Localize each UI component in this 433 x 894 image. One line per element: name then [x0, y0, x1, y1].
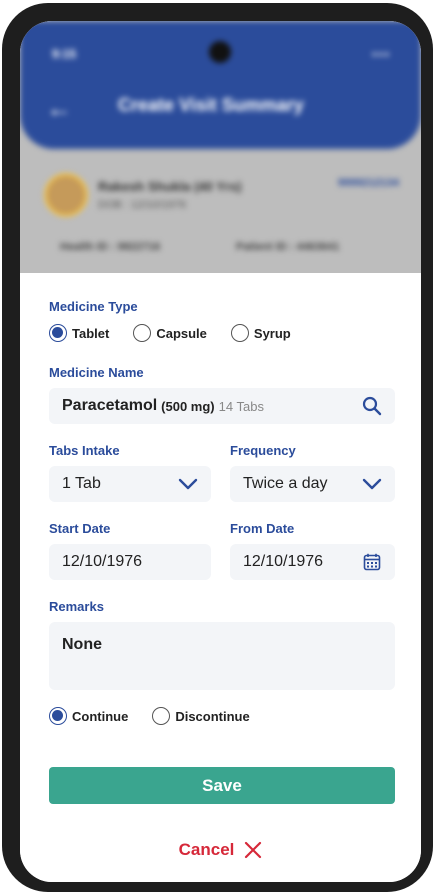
back-arrow-icon[interactable]: ← — [46, 93, 72, 124]
medicine-strength: (500 mg) — [161, 398, 215, 414]
header-title: Create Visit Summary — [118, 95, 304, 115]
radio-capsule-circle[interactable] — [133, 324, 152, 342]
search-icon[interactable] — [361, 395, 383, 417]
medicine-name-label: Medicine Name — [49, 365, 144, 380]
medicine-form-sheet: Medicine Type Tablet Capsule Syrup Medic… — [20, 273, 421, 882]
radio-continue-circle[interactable] — [49, 707, 67, 725]
from-date-field[interactable]: 12/10/1976 — [230, 544, 395, 580]
radio-syrup-circle[interactable] — [230, 324, 249, 342]
radio-capsule[interactable]: Capsule — [133, 324, 207, 342]
start-date-field[interactable]: 12/10/1976 — [49, 544, 211, 580]
radio-continue[interactable]: Continue — [49, 707, 128, 725]
radio-syrup[interactable]: Syrup — [230, 324, 291, 342]
tabs-intake-select[interactable]: 1 Tab — [49, 466, 211, 502]
cancel-button[interactable]: Cancel — [20, 835, 421, 865]
medicine-count: 14 Tabs — [218, 398, 264, 414]
close-icon — [244, 841, 262, 859]
start-date-label: Start Date — [49, 521, 111, 536]
radio-tablet-label: Tablet — [72, 325, 110, 341]
patient-phone[interactable]: 9999212134 — [338, 177, 399, 189]
from-date-label: From Date — [230, 521, 295, 536]
frequency-label: Frequency — [230, 443, 296, 458]
status-time: 9:15 — [52, 47, 77, 61]
radio-capsule-label: Capsule — [156, 325, 207, 341]
tabs-intake-value: 1 Tab — [62, 475, 101, 492]
frequency-select[interactable]: Twice a day — [230, 466, 395, 502]
chevron-down-icon[interactable] — [361, 473, 383, 495]
avatar — [44, 173, 88, 217]
from-date-value: 12/10/1976 — [243, 553, 324, 570]
app-header: 9:15 ▪▪▪ ← Create Visit Summary — [20, 21, 421, 149]
status-group: Continue Discontinue — [49, 707, 250, 725]
chevron-down-icon[interactable] — [177, 473, 199, 495]
camera-notch — [209, 41, 231, 63]
health-id: Health ID : 9822716 — [60, 241, 161, 253]
phone-frame: 9:15 ▪▪▪ ← Create Visit Summary Rakesh S… — [2, 3, 433, 892]
medicine-type-label: Medicine Type — [49, 299, 138, 314]
cancel-label: Cancel — [178, 840, 235, 859]
radio-continue-label: Continue — [72, 708, 129, 724]
patient-name: Rakesh Shukla (40 Yrs) — [98, 179, 242, 194]
radio-tablet-circle[interactable] — [49, 324, 67, 342]
tabs-intake-label: Tabs Intake — [49, 443, 120, 458]
radio-discontinue-circle[interactable] — [152, 707, 171, 725]
background-app: 9:15 ▪▪▪ ← Create Visit Summary Rakesh S… — [20, 21, 421, 273]
remarks-textarea[interactable]: None — [49, 622, 395, 690]
save-button[interactable]: Save — [49, 767, 395, 804]
radio-discontinue[interactable]: Discontinue — [152, 707, 250, 725]
status-icons: ▪▪▪ — [372, 47, 391, 61]
medicine-type-group: Tablet Capsule Syrup — [49, 324, 291, 342]
remarks-label: Remarks — [49, 599, 104, 614]
screen: 9:15 ▪▪▪ ← Create Visit Summary Rakesh S… — [20, 21, 421, 882]
patient-dob: DOB : 12/10/1976 — [98, 199, 187, 211]
patient-id: Patient ID : 4463641 — [236, 241, 340, 253]
medicine-name-field[interactable]: Paracetamol (500 mg) 14 Tabs — [49, 388, 395, 424]
radio-tablet[interactable]: Tablet — [49, 324, 109, 342]
medicine-name-value: Paracetamol — [62, 397, 158, 414]
radio-discontinue-label: Discontinue — [175, 708, 250, 724]
start-date-value: 12/10/1976 — [62, 553, 143, 570]
calendar-icon[interactable] — [361, 551, 383, 573]
radio-syrup-label: Syrup — [253, 325, 291, 341]
frequency-value: Twice a day — [243, 475, 328, 492]
